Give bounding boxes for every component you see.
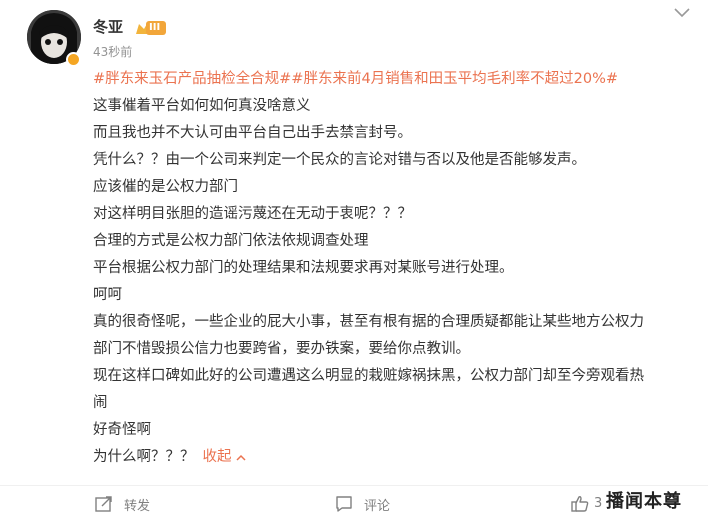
content-line: 部门不惜毁损公信力也要跨省，要办铁案，要给你点教训。	[93, 341, 470, 357]
content-line: 呵呵	[93, 287, 122, 303]
weibo-post-card: 冬亚 III 43秒前 #胖东来玉石产品抽检全合规##胖东来前4月销售和田玉平均…	[0, 0, 708, 527]
comment-icon	[336, 496, 352, 512]
like-icon	[571, 496, 589, 512]
vip-level: III	[149, 22, 161, 33]
content-line: 平台根据公权力部门的处理结果和法规要求再对某账号进行处理。	[93, 260, 514, 276]
repost-label: 转发	[124, 498, 151, 514]
post-timestamp[interactable]: 43秒前	[93, 44, 132, 60]
repost-button[interactable]: 转发	[94, 488, 150, 520]
content-line-last: 为什么啊？？？ 收起	[93, 444, 693, 471]
content-line: 合理的方式是公权力部门依法依规调查处理	[93, 233, 369, 249]
content-text: 为什么啊？？？	[93, 449, 195, 465]
content-line: 现在这样口碑如此好的公司遭遇这么明显的栽赃嫁祸抹黑，公权力部门却至今旁观看热	[93, 368, 644, 384]
content-line: 凭什么？？由一个公司来判定一个民众的言论对错与否以及他是否能够发声。	[93, 152, 586, 168]
content-line: 闹	[93, 395, 108, 411]
chevron-up-icon	[235, 454, 246, 461]
hashtag-topics[interactable]: #胖东来玉石产品抽检全合规##胖东来前4月销售和田玉平均毛利率不超过20%#	[93, 66, 693, 93]
collapse-label: 收起	[202, 449, 232, 465]
verified-badge	[66, 52, 81, 67]
post-content: #胖东来玉石产品抽检全合规##胖东来前4月销售和田玉平均毛利率不超过20%# 这…	[93, 66, 693, 471]
like-count: 3	[594, 496, 603, 511]
divider	[0, 485, 708, 486]
collapse-button[interactable]: 收起	[203, 449, 247, 465]
repost-icon	[95, 496, 112, 512]
watermark: 播闻本尊	[606, 491, 682, 512]
content-line: 应该催的是公权力部门	[93, 179, 238, 195]
content-line: 好奇怪啊	[93, 422, 151, 438]
content-line: 这事催着平台如何如何真没啥意义	[93, 98, 311, 114]
chevron-down-icon[interactable]	[672, 6, 692, 20]
author-name[interactable]: 冬亚	[93, 17, 123, 37]
content-line: 对这样明目张胆的造谣污蔑还在无动于衷呢？？？	[93, 206, 412, 222]
comment-label: 评论	[364, 498, 391, 514]
content-line: 真的很奇怪呢，一些企业的屁大小事，甚至有根有据的合理质疑都能让某些地方公权力	[93, 314, 644, 330]
comment-button[interactable]: 评论	[334, 488, 390, 520]
content-line: 而且我也并不大认可由平台自己出手去禁言封号。	[93, 125, 412, 141]
